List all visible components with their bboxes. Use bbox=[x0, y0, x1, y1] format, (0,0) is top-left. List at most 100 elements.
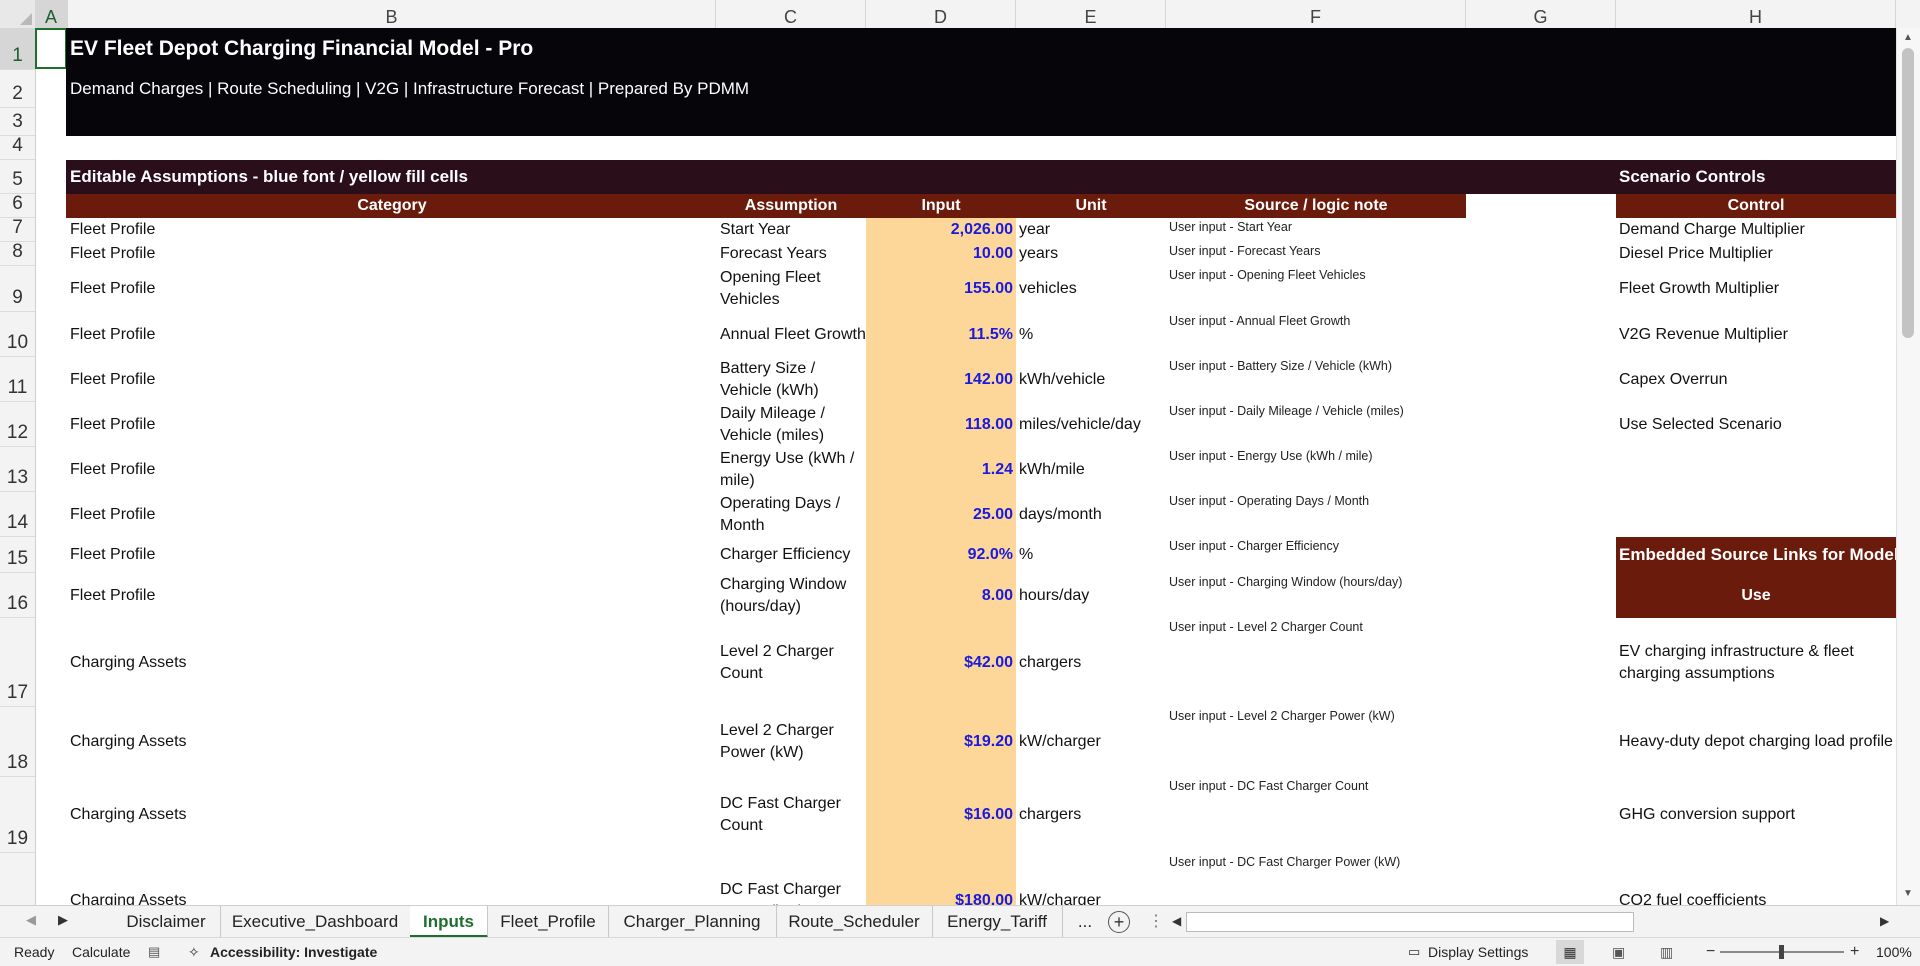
row-header-19[interactable]: 19 bbox=[0, 777, 35, 853]
hscroll-right-icon[interactable]: ▶ bbox=[1880, 914, 1889, 928]
row-header-16[interactable]: 16 bbox=[0, 573, 35, 618]
row-header-3[interactable]: 3 bbox=[0, 108, 35, 136]
input-cell[interactable]: $42.00 bbox=[866, 618, 1016, 707]
vertical-scrollbar[interactable]: ▲ ▼ bbox=[1896, 28, 1920, 905]
more-tabs-button[interactable]: ... bbox=[1070, 906, 1100, 938]
column-header-d[interactable]: D bbox=[866, 0, 1016, 28]
unit-cell[interactable]: kWh/mile bbox=[1019, 447, 1085, 492]
source-note-cell[interactable]: User input - Opening Fleet Vehicles bbox=[1169, 266, 1366, 312]
assumption-cell[interactable]: Start Year bbox=[720, 218, 866, 242]
assumption-cell[interactable]: Opening Fleet Vehicles bbox=[720, 266, 866, 312]
sheet-tab-charger-planning[interactable]: Charger_Planning bbox=[608, 906, 777, 938]
hscroll-left-icon[interactable]: ◀ bbox=[1172, 914, 1181, 928]
control-cell[interactable]: Use Selected Scenario bbox=[1619, 402, 1782, 447]
input-cell[interactable]: $19.20 bbox=[866, 707, 1016, 777]
row-header-5[interactable]: 5 bbox=[0, 160, 35, 194]
row-header-18[interactable]: 18 bbox=[0, 707, 35, 777]
assumption-cell[interactable]: Energy Use (kWh / mile) bbox=[720, 447, 866, 492]
selected-cell-a1[interactable] bbox=[35, 28, 67, 69]
control-cell[interactable]: Demand Charge Multiplier bbox=[1619, 218, 1805, 242]
unit-cell[interactable]: % bbox=[1019, 537, 1033, 573]
scroll-down-icon[interactable]: ▼ bbox=[1903, 888, 1913, 899]
row-header-1[interactable]: 1 bbox=[0, 28, 35, 70]
category-cell[interactable]: Fleet Profile bbox=[70, 402, 155, 447]
page-break-view-icon[interactable]: ▥ bbox=[1660, 938, 1673, 966]
control-cell[interactable]: V2G Revenue Multiplier bbox=[1619, 312, 1788, 357]
source-note-cell[interactable]: User input - Forecast Years bbox=[1169, 242, 1320, 266]
category-cell[interactable]: Fleet Profile bbox=[70, 537, 155, 573]
sheet-tab-energy-tariff[interactable]: Energy_Tariff bbox=[932, 906, 1063, 938]
row-header-12[interactable]: 12 bbox=[0, 402, 35, 447]
display-settings-button[interactable]: Display Settings bbox=[1428, 938, 1528, 966]
assumption-cell[interactable]: Daily Mileage / Vehicle (miles) bbox=[720, 402, 866, 447]
source-note-cell[interactable]: User input - DC Fast Charger Count bbox=[1169, 777, 1368, 853]
add-sheet-icon[interactable]: + bbox=[1108, 911, 1130, 933]
column-header-e[interactable]: E bbox=[1016, 0, 1166, 28]
unit-cell[interactable]: chargers bbox=[1019, 777, 1081, 853]
row-header-6[interactable]: 6 bbox=[0, 193, 35, 218]
control-cell[interactable]: Fleet Growth Multiplier bbox=[1619, 266, 1779, 312]
unit-cell[interactable]: vehicles bbox=[1019, 266, 1077, 312]
source-link-use-cell[interactable]: EV charging infrastructure & fleet charg… bbox=[1619, 618, 1896, 707]
input-cell[interactable]: 1.24 bbox=[866, 447, 1016, 492]
accessibility-status-button[interactable]: Accessibility: Investigate bbox=[210, 938, 377, 966]
unit-cell[interactable]: chargers bbox=[1019, 618, 1081, 707]
input-cell[interactable]: $16.00 bbox=[866, 777, 1016, 853]
column-header-b[interactable]: B bbox=[68, 0, 716, 28]
tab-scroll-left-icon[interactable]: ◀ bbox=[26, 912, 36, 928]
unit-cell[interactable]: miles/vehicle/day bbox=[1019, 402, 1141, 447]
row-header-20[interactable] bbox=[0, 853, 35, 905]
row-header-17[interactable]: 17 bbox=[0, 618, 35, 707]
category-cell[interactable]: Charging Assets bbox=[70, 618, 187, 707]
category-cell[interactable]: Fleet Profile bbox=[70, 492, 155, 537]
source-link-use-cell[interactable]: CO2 fuel coefficients bbox=[1619, 853, 1896, 905]
source-note-cell[interactable]: User input - Energy Use (kWh / mile) bbox=[1169, 447, 1373, 492]
horizontal-scroll-thumb[interactable] bbox=[1186, 912, 1634, 932]
source-link-use-cell[interactable]: Heavy-duty depot charging load profile bbox=[1619, 707, 1896, 777]
assumption-cell[interactable]: DC Fast Charger Power (kW) bbox=[720, 853, 866, 905]
sheet-tab-executive-dashboard[interactable]: Executive_Dashboard bbox=[220, 906, 411, 938]
unit-cell[interactable]: years bbox=[1019, 242, 1058, 266]
assumption-cell[interactable]: Battery Size / Vehicle (kWh) bbox=[720, 357, 866, 402]
category-cell[interactable]: Charging Assets bbox=[70, 853, 187, 905]
assumption-cell[interactable]: Operating Days / Month bbox=[720, 492, 866, 537]
input-cell[interactable]: 92.0% bbox=[866, 537, 1016, 573]
column-header-c[interactable]: C bbox=[716, 0, 866, 28]
source-note-cell[interactable]: User input - Battery Size / Vehicle (kWh… bbox=[1169, 357, 1392, 402]
source-note-cell[interactable]: User input - Operating Days / Month bbox=[1169, 492, 1369, 537]
input-cell[interactable]: 10.00 bbox=[866, 242, 1016, 266]
sheet-tab-disclaimer[interactable]: Disclaimer bbox=[112, 906, 221, 938]
input-cell[interactable]: 11.5% bbox=[866, 312, 1016, 357]
row-header-8[interactable]: 8 bbox=[0, 241, 35, 266]
macro-record-icon[interactable]: ▤ bbox=[148, 938, 160, 966]
unit-cell[interactable]: kWh/vehicle bbox=[1019, 357, 1105, 402]
tab-scroll-right-icon[interactable]: ▶ bbox=[58, 912, 68, 928]
row-header-14[interactable]: 14 bbox=[0, 492, 35, 537]
assumption-cell[interactable]: Charger Efficiency bbox=[720, 537, 866, 573]
control-cell[interactable]: Capex Overrun bbox=[1619, 357, 1728, 402]
zoom-in-icon[interactable]: + bbox=[1850, 938, 1859, 966]
category-cell[interactable]: Fleet Profile bbox=[70, 242, 155, 266]
source-note-cell[interactable]: User input - DC Fast Charger Power (kW) bbox=[1169, 853, 1400, 905]
control-cell[interactable]: Diesel Price Multiplier bbox=[1619, 242, 1773, 266]
row-header-15[interactable]: 15 bbox=[0, 537, 35, 573]
row-header-9[interactable]: 9 bbox=[0, 266, 35, 312]
category-cell[interactable]: Fleet Profile bbox=[70, 266, 155, 312]
column-header-f[interactable]: F bbox=[1166, 0, 1466, 28]
unit-cell[interactable]: days/month bbox=[1019, 492, 1102, 537]
source-note-cell[interactable]: User input - Start Year bbox=[1169, 218, 1292, 242]
row-header-4[interactable]: 4 bbox=[0, 135, 35, 160]
sheet-tab-route-scheduler[interactable]: Route_Scheduler bbox=[776, 906, 933, 938]
column-header-a[interactable]: A bbox=[35, 0, 68, 28]
assumption-cell[interactable]: Level 2 Charger Count bbox=[720, 618, 866, 707]
row-header-2[interactable]: 2 bbox=[0, 70, 35, 108]
unit-cell[interactable]: hours/day bbox=[1019, 573, 1089, 618]
vertical-scroll-thumb[interactable] bbox=[1902, 48, 1914, 338]
row-header-10[interactable]: 10 bbox=[0, 312, 35, 357]
calculate-button[interactable]: Calculate bbox=[72, 938, 130, 966]
input-cell[interactable]: $180.00 bbox=[866, 853, 1016, 905]
assumption-cell[interactable]: Charging Window (hours/day) bbox=[720, 573, 866, 618]
input-cell[interactable]: 118.00 bbox=[866, 402, 1016, 447]
assumption-cell[interactable]: Level 2 Charger Power (kW) bbox=[720, 707, 866, 777]
assumption-cell[interactable]: Forecast Years bbox=[720, 242, 866, 266]
